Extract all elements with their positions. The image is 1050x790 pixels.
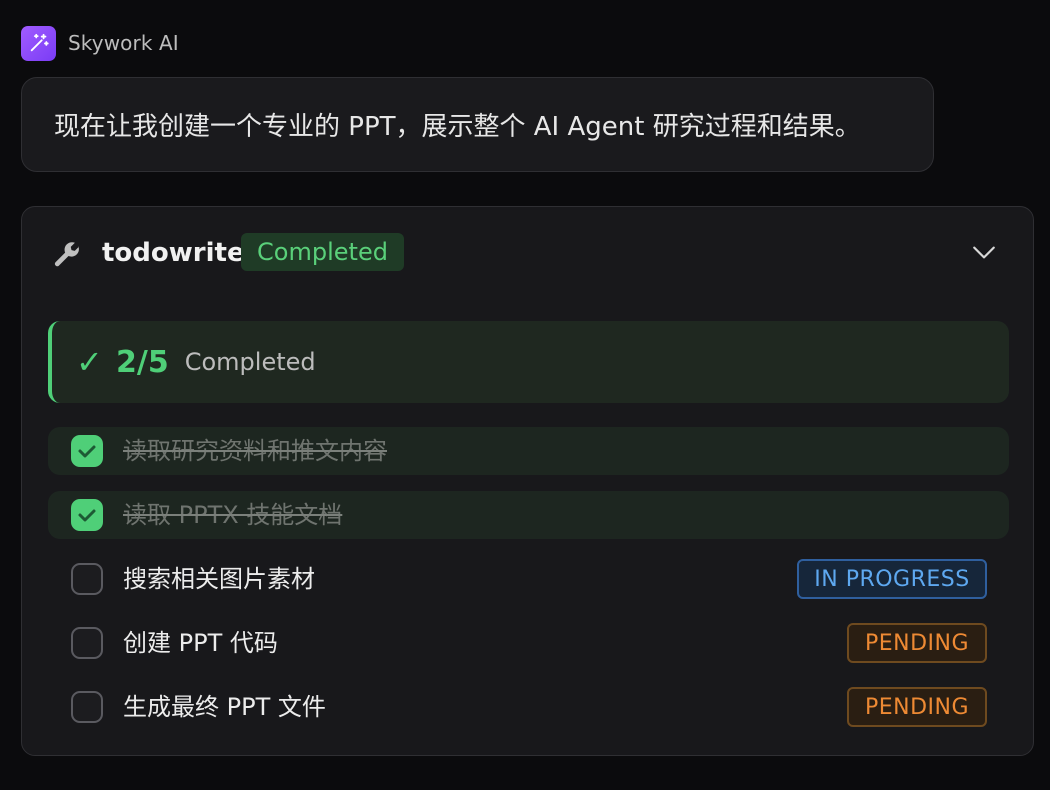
todo-label: 读取研究资料和推文内容 <box>123 437 387 465</box>
progress-count: 2/5 <box>116 344 169 380</box>
status-badge-pending: PENDING <box>847 623 987 663</box>
todo-label: 生成最终 PPT 文件 <box>123 693 326 721</box>
app-root: Skywork AI 现在让我创建一个专业的 PPT，展示整个 AI Agent… <box>0 0 1050 790</box>
checkbox-checked[interactable] <box>71 435 103 467</box>
checkbox-unchecked[interactable] <box>71 563 103 595</box>
todo-item: 读取研究资料和推文内容 <box>48 427 1009 475</box>
status-badge-in-progress: IN PROGRESS <box>797 559 987 599</box>
progress-summary: ✓ 2/5 Completed <box>48 321 1009 403</box>
tool-card-header[interactable]: todowrite Completed <box>22 207 1033 299</box>
todo-label: 创建 PPT 代码 <box>123 629 278 657</box>
checkmark-icon <box>78 445 96 458</box>
assistant-message: 现在让我创建一个专业的 PPT，展示整个 AI Agent 研究过程和结果。 <box>21 77 934 172</box>
wrench-icon <box>54 242 79 267</box>
tool-status-badge: Completed <box>241 233 404 271</box>
message-text: 现在让我创建一个专业的 PPT，展示整个 AI Agent 研究过程和结果。 <box>54 112 861 142</box>
todo-item: 读取 PPTX 技能文档 <box>48 491 1009 539</box>
magic-wand-icon <box>21 25 56 61</box>
tool-name: todowrite <box>102 238 245 268</box>
checkbox-checked[interactable] <box>71 499 103 531</box>
check-icon: ✓ <box>76 343 103 381</box>
status-badge-pending: PENDING <box>847 687 987 727</box>
todo-label: 搜索相关图片素材 <box>123 565 315 593</box>
todo-item: 搜索相关图片素材 IN PROGRESS <box>48 555 1009 603</box>
app-header: Skywork AI <box>21 25 179 61</box>
checkmark-icon <box>78 509 96 522</box>
progress-label: Completed <box>184 348 316 376</box>
todo-label: 读取 PPTX 技能文档 <box>123 501 343 529</box>
chevron-down-icon[interactable] <box>971 239 997 265</box>
app-name: Skywork AI <box>68 31 179 55</box>
checkbox-unchecked[interactable] <box>71 691 103 723</box>
checkbox-unchecked[interactable] <box>71 627 103 659</box>
todo-item: 创建 PPT 代码 PENDING <box>48 619 1009 667</box>
todo-item: 生成最终 PPT 文件 PENDING <box>48 683 1009 731</box>
tool-call-card: todowrite Completed ✓ 2/5 Completed 读取研究… <box>21 206 1034 756</box>
